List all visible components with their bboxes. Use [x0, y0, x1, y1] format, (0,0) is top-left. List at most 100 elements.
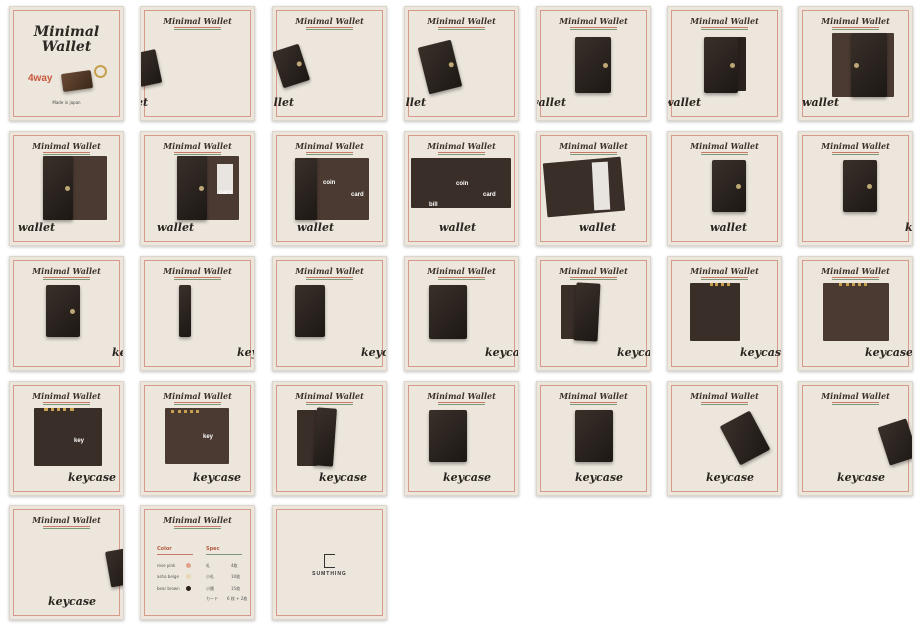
slide-card[interactable]: Minimal Wallet wallet — [667, 6, 782, 121]
slide-card[interactable]: Minimal Wallet keycase — [272, 381, 387, 496]
slide-card[interactable]: Minimal Wallet wallet — [9, 131, 124, 246]
rule — [306, 154, 353, 155]
brand-title: Minimal Wallet — [821, 16, 890, 26]
slide-card[interactable]: Minimal Wallet wallet — [798, 6, 913, 121]
caption: keycase — [485, 346, 519, 359]
caption: wallet — [157, 221, 195, 234]
slide-card[interactable]: Minimal Wallet wallet — [140, 6, 255, 121]
slide-card[interactable]: Minimal Wallet keycase — [798, 256, 913, 371]
brand-logo-icon — [324, 554, 335, 568]
rule — [832, 402, 879, 403]
slide-card[interactable]: Minimal Wallet keycase — [798, 381, 913, 496]
spec-count: 6 枚 + 2枚 — [227, 596, 248, 601]
slide-card[interactable]: Minimal Wallet keycase — [272, 256, 387, 371]
brand-title: Minimal Wallet — [821, 391, 890, 401]
slide-card[interactable]: Minimal Wallet bill coin card wallet — [404, 131, 519, 246]
caption: keycase — [865, 346, 913, 359]
logo-card[interactable]: SUMTHING — [272, 505, 387, 620]
slide-card[interactable]: Minimal Wallet wallet — [536, 6, 651, 121]
caption: keycase — [740, 346, 782, 359]
rule — [438, 404, 485, 405]
caption: keycase — [361, 346, 386, 359]
slide-card[interactable]: Minimal Wallet coin card wallet — [272, 131, 387, 246]
card-slot — [591, 161, 611, 211]
rule — [306, 27, 353, 28]
wallet-image — [179, 285, 191, 337]
spec-title: Spec — [206, 546, 220, 552]
slide-card[interactable]: Minimal Wallet keycase — [404, 381, 519, 496]
rule — [701, 402, 748, 403]
rule — [438, 277, 485, 278]
caption: keycase — [443, 471, 492, 484]
brand-title: Minimal Wallet — [690, 391, 759, 401]
wallet-image — [295, 285, 325, 337]
brand-title: Minimal Wallet — [32, 515, 101, 525]
rule — [570, 277, 617, 278]
wallet-image — [46, 285, 80, 337]
slide-card[interactable]: Minimal Wallet card wallet — [140, 131, 255, 246]
color-name: bear brown — [157, 586, 180, 591]
rule — [43, 152, 90, 153]
spec-card[interactable]: Minimal Wallet Color Spec rose pink 札 4枚… — [140, 505, 255, 620]
spec-count: 15枚 — [231, 586, 241, 591]
slide-card[interactable]: Minimal Wallet key — [9, 256, 124, 371]
caption: wallet — [18, 221, 56, 234]
logo-text: SUMTHING — [312, 571, 347, 577]
wallet-image — [295, 158, 317, 220]
brand-title: Minimal Wallet — [295, 16, 364, 26]
spec-item: 札 — [206, 563, 210, 568]
spec-item: 小札 — [206, 574, 214, 579]
brand-title: Minimal Wallet — [690, 266, 759, 276]
brand-title: Minimal Wallet — [821, 266, 890, 276]
bill-label: bill — [429, 202, 438, 208]
caption: wallet — [273, 96, 295, 109]
slide-card[interactable]: Minimal Wallet keycase — [667, 256, 782, 371]
slide-card[interactable]: Minimal Wallet key keycase — [140, 381, 255, 496]
rule — [174, 27, 221, 28]
rule — [832, 279, 879, 280]
rule — [174, 154, 221, 155]
color-swatch — [186, 563, 191, 568]
slide-card[interactable]: Minimal Wallet keycase — [667, 381, 782, 496]
color-name: rose pink — [157, 563, 176, 568]
rule — [832, 29, 879, 30]
card-label: card — [351, 192, 364, 198]
brand-title: Minimal Wallet — [32, 391, 101, 401]
slide-card[interactable]: Minimal Wallet keycase — [140, 256, 255, 371]
brand-title: Minimal Wallet — [163, 141, 232, 151]
rule — [438, 152, 485, 153]
caption: keycase — [575, 471, 624, 484]
brand-title: Minimal Wallet — [427, 141, 496, 151]
rule — [174, 402, 221, 403]
slide-card[interactable]: Minimal Wallet keycase — [536, 256, 651, 371]
slide-card[interactable]: Minimal Wallet key keycase — [9, 381, 124, 496]
slide-card[interactable]: Minimal Wallet keycase — [404, 256, 519, 371]
brand-title: Minimal Wallet — [32, 141, 101, 151]
rule — [43, 404, 90, 405]
caption: keycase — [237, 346, 254, 359]
rule — [438, 29, 485, 30]
slide-card[interactable]: Minimal Wallet keycase — [9, 505, 124, 620]
slide-card[interactable]: Minimal Wallet keycase — [536, 381, 651, 496]
caption: keycase — [319, 471, 368, 484]
keys-icon — [94, 65, 107, 78]
brand-title: Minimal Wallet — [163, 266, 232, 276]
slide-card[interactable]: Minimal Wallet key — [798, 131, 913, 246]
caption: wallet — [579, 221, 617, 234]
rule — [174, 277, 221, 278]
rule — [306, 402, 353, 403]
wallet-image — [704, 37, 738, 93]
slide-card[interactable]: Minimal Wallet wallet — [404, 6, 519, 121]
keys-icon — [839, 283, 867, 308]
brand-title: Minimal Wallet — [559, 141, 628, 151]
caption: keycase — [68, 471, 117, 484]
slide-card[interactable]: Minimal Wallet wallet — [536, 131, 651, 246]
rule — [832, 277, 879, 278]
rule — [438, 279, 485, 280]
cover-card[interactable]: Minimal Wallet 4way Made in japan — [9, 6, 124, 121]
slide-card[interactable]: Minimal Wallet wallet — [667, 131, 782, 246]
wallet-image — [429, 410, 467, 462]
cover-title: Minimal Wallet — [33, 24, 100, 55]
brand-title: Minimal Wallet — [163, 391, 232, 401]
slide-card[interactable]: Minimal Wallet wallet — [272, 6, 387, 121]
